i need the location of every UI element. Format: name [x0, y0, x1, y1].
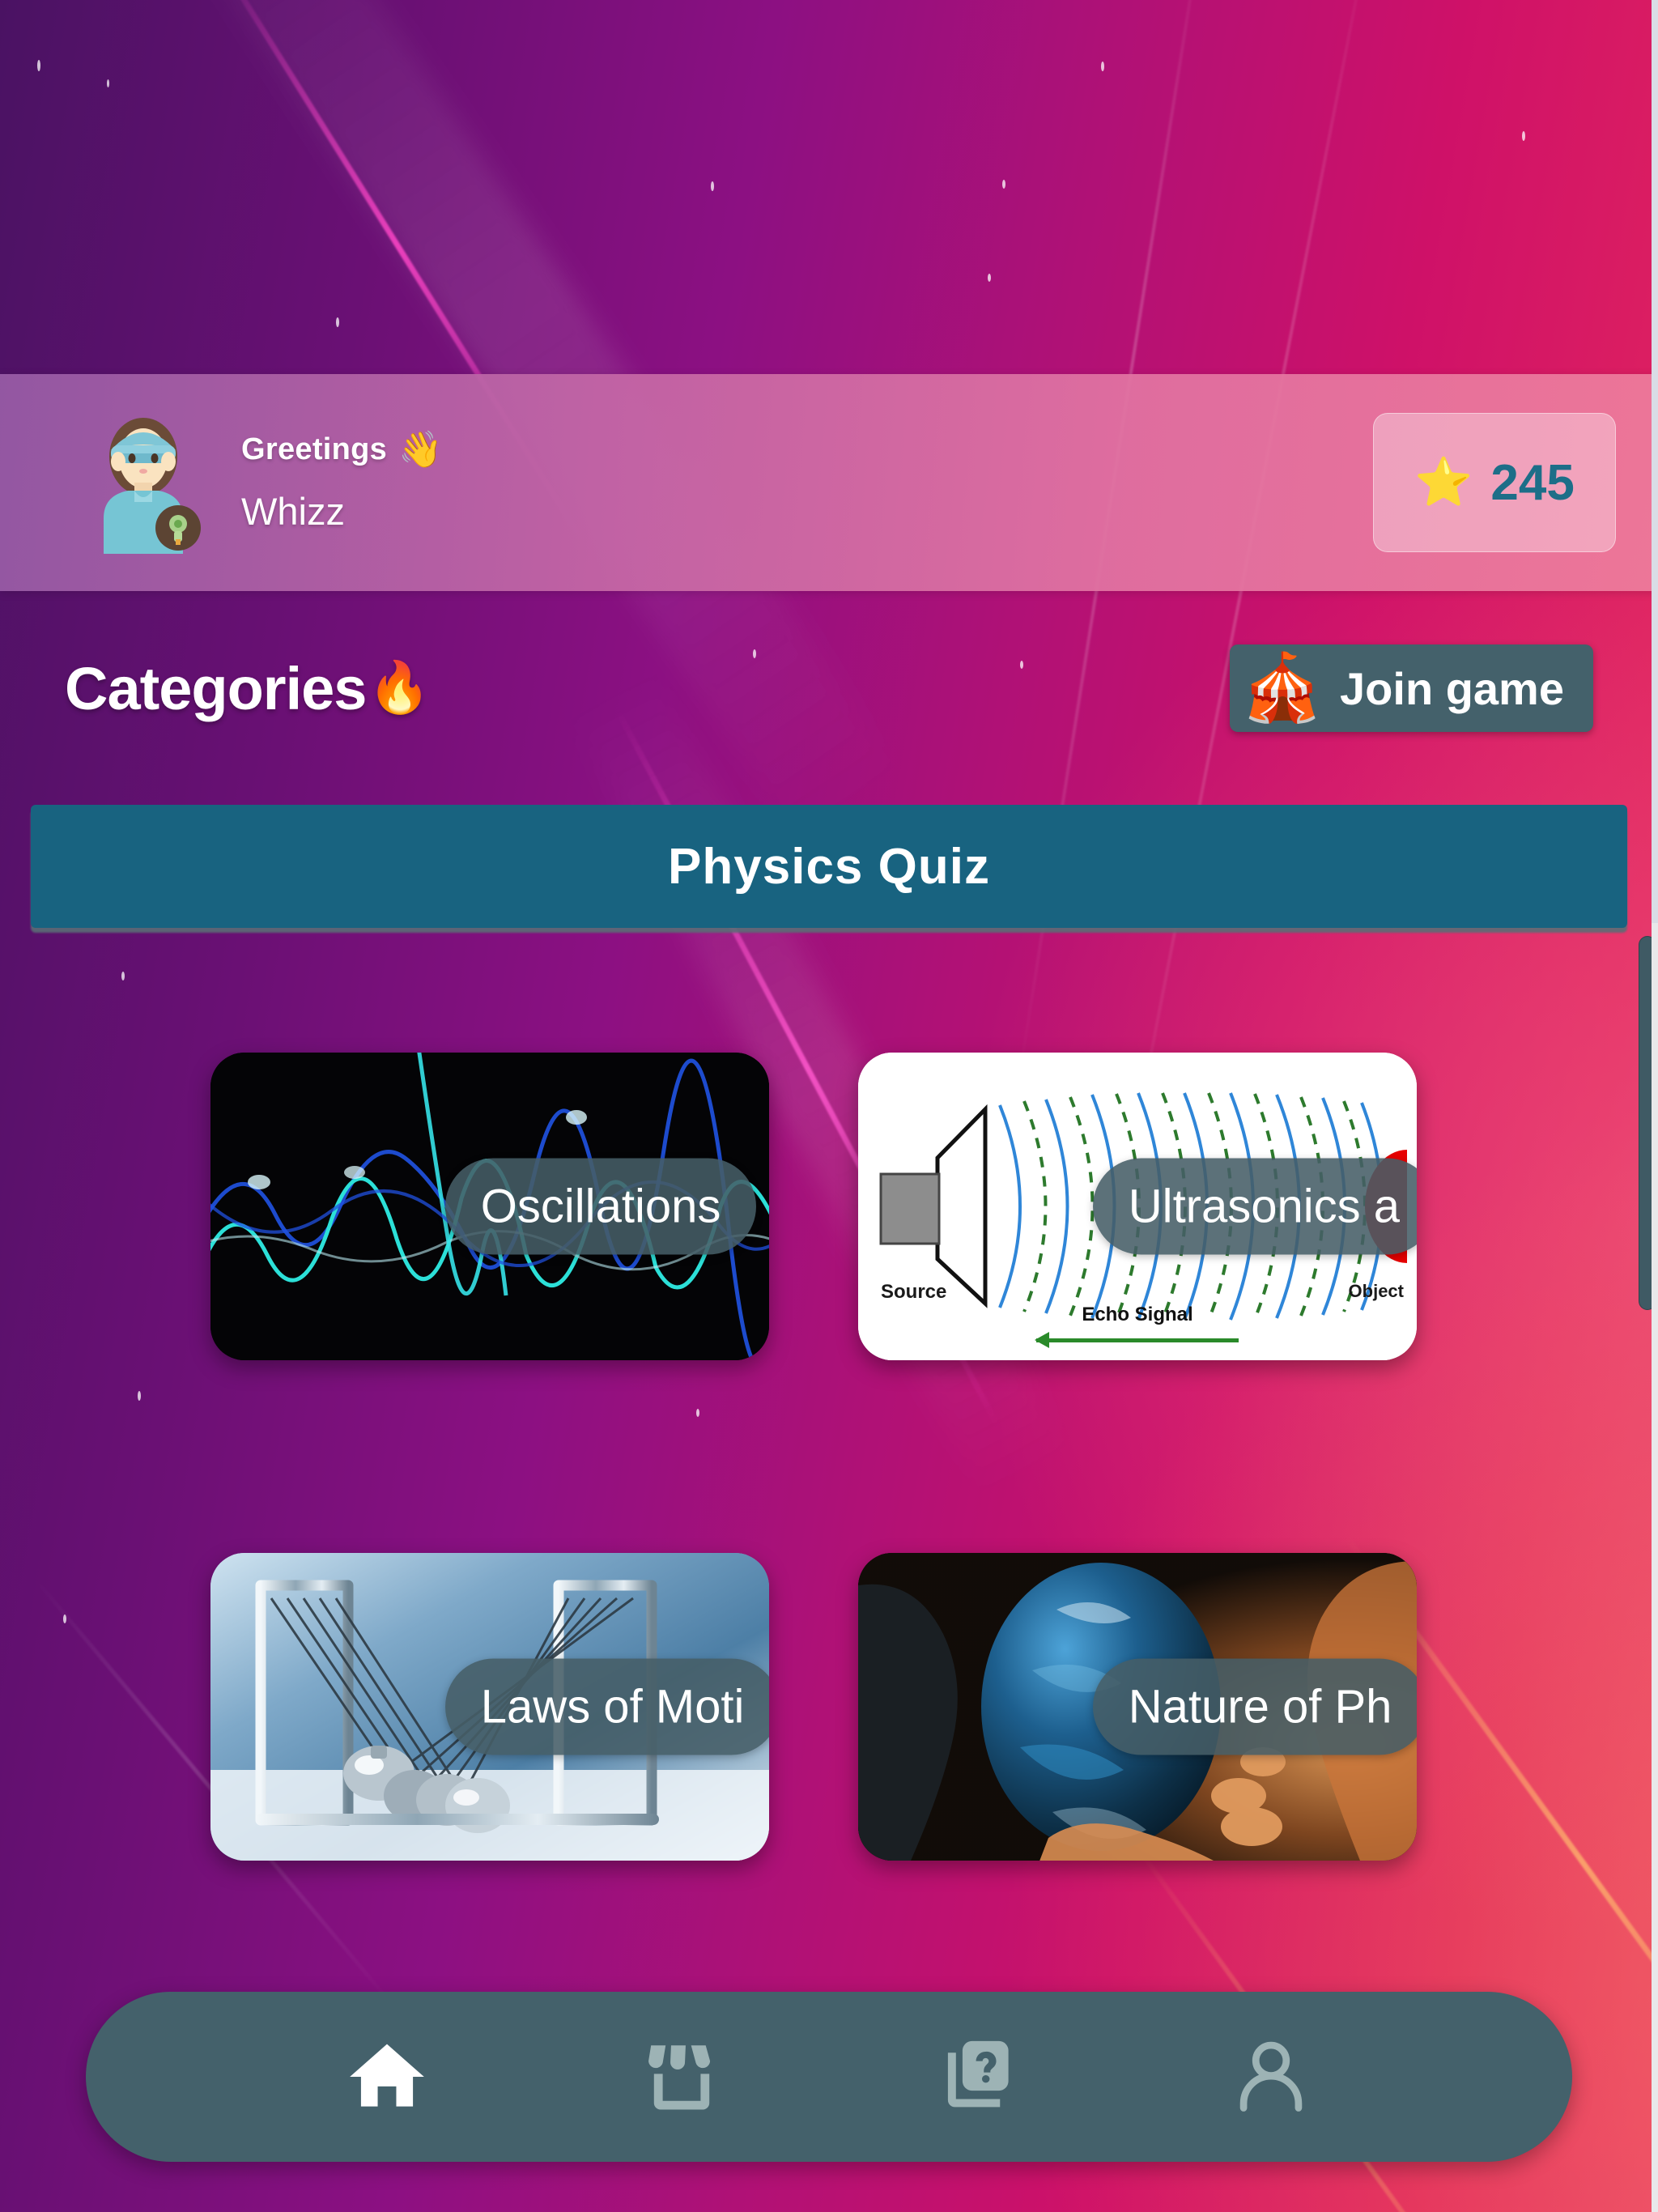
page-edge-top [1652, 0, 1658, 923]
greeting-header: Greetings 👋 Whizz ⭐ 245 [0, 374, 1658, 591]
home-icon [350, 2044, 424, 2107]
greeting-line: Greetings 👋 [241, 432, 443, 468]
card-row: Oscillations Source Object Echo Signal U… [210, 1053, 1417, 1360]
nav-item-home[interactable] [330, 2020, 444, 2133]
page-edge [1652, 0, 1658, 2212]
avatar[interactable] [86, 411, 201, 554]
categories-title-text: Categories [65, 654, 367, 722]
nav-item-store[interactable] [625, 2020, 738, 2133]
fire-icon: 🔥 [368, 660, 430, 716]
card-row: Laws of Moti Nature of Ph [210, 1553, 1417, 1861]
nav-item-quizzes[interactable] [920, 2020, 1033, 2133]
store-icon [648, 2045, 711, 2110]
background-spark [988, 274, 991, 282]
join-game-label: Join game [1340, 662, 1564, 714]
background-spark [1002, 180, 1005, 189]
person-icon [1239, 2041, 1303, 2112]
greeting-label: Greetings [241, 432, 388, 466]
question-cards-icon [947, 2040, 1009, 2108]
background-spark [1522, 131, 1525, 141]
diagram-echo-label: Echo Signal [1082, 1304, 1193, 1325]
game-booth-icon: 🎪 [1240, 651, 1324, 725]
card-label: Nature of Ph [1092, 1658, 1417, 1755]
card-label: Ultrasonics a [1092, 1158, 1417, 1255]
background-spark [121, 972, 125, 981]
card-label: Oscillations [444, 1158, 757, 1255]
category-card-oscillations[interactable]: Oscillations [210, 1053, 769, 1360]
points-value: 245 [1490, 454, 1575, 511]
category-card-ultrasonics[interactable]: Source Object Echo Signal Ultrasonics a [858, 1053, 1417, 1360]
join-game-button[interactable]: 🎪 Join game [1229, 644, 1593, 732]
user-name: Whizz [241, 489, 345, 533]
nav-item-profile[interactable] [1214, 2020, 1328, 2133]
card-label: Laws of Moti [444, 1658, 769, 1755]
category-card-grid: Oscillations Source Object Echo Signal U… [0, 1053, 1627, 2053]
tab-label: Physics Quiz [668, 838, 990, 895]
background-spark [107, 79, 109, 87]
diagram-object-label: Object [1348, 1281, 1404, 1301]
points-badge[interactable]: ⭐ 245 [1373, 413, 1616, 552]
category-card-nature-of-physics[interactable]: Nature of Ph [858, 1553, 1417, 1861]
star-icon: ⭐ [1414, 456, 1473, 508]
tab-physics-quiz[interactable]: Physics Quiz [31, 805, 1627, 928]
echo-arrow-icon [1035, 1332, 1239, 1348]
greeting-text-block: Greetings 👋 Whizz [241, 432, 443, 534]
health-worker-avatar-icon [104, 418, 201, 554]
waving-hand-icon: 👋 [398, 429, 443, 470]
background-spark [1101, 62, 1104, 71]
categories-header-row: Categories 🔥 🎪 Join game [0, 623, 1658, 753]
background-spark [336, 317, 339, 327]
page-title: Categories 🔥 [65, 654, 431, 723]
category-card-laws-of-motion[interactable]: Laws of Moti [210, 1553, 769, 1861]
background-spark [711, 181, 714, 191]
diagram-source-label: Source [881, 1281, 947, 1303]
bottom-navigation-bar [86, 1992, 1572, 2162]
background-spark [37, 60, 40, 71]
